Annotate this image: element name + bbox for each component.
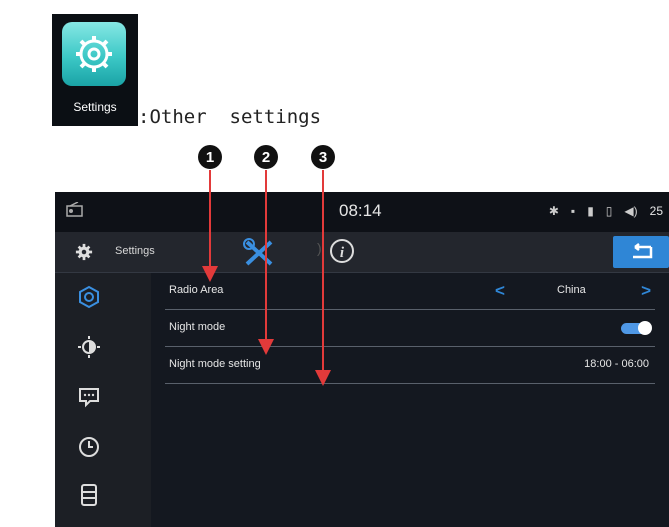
status-bar: 08:14 ✱ ▪ ▮ ▯ ◀) 25: [55, 192, 669, 232]
settings-app-icon[interactable]: Settings: [52, 14, 138, 126]
storage-icon[interactable]: [77, 483, 101, 507]
row-radio-area[interactable]: Radio Area < China >: [165, 273, 655, 310]
caption-text: Other settings: [149, 106, 322, 128]
gear-icon: [62, 22, 126, 86]
sd-card-icon: ▯: [605, 204, 613, 218]
night-mode-time-range: 18:00 - 06:00: [584, 358, 649, 370]
back-button[interactable]: [613, 236, 669, 268]
settings-gear-icon: [75, 243, 93, 266]
caption-prefix: :: [138, 106, 150, 128]
app-icon-caption: Settings: [73, 100, 117, 114]
brightness-icon[interactable]: [77, 335, 101, 359]
clock-text: 08:14: [339, 201, 382, 220]
bluetooth-icon: ✱: [548, 204, 559, 218]
head-unit-screen: 08:14 ✱ ▪ ▮ ▯ ◀) 25 Settings ) i Radio A…: [55, 192, 669, 527]
volume-icon: ◀): [624, 204, 638, 218]
back-icon: [633, 243, 653, 259]
radio-area-value: China: [557, 284, 586, 296]
page-caption: :Other settings: [138, 106, 321, 132]
svg-text:i: i: [340, 245, 345, 261]
chevron-right-icon[interactable]: >: [641, 281, 651, 301]
row-label: Night mode setting: [169, 358, 261, 370]
header-bar: Settings ) i: [55, 232, 669, 273]
row-label: Radio Area: [169, 284, 224, 296]
info-icon[interactable]: i: [329, 238, 355, 269]
row-label: Night mode: [169, 321, 226, 333]
row-night-mode-setting[interactable]: Night mode setting 18:00 - 06:00: [165, 347, 655, 384]
sidebar: [55, 273, 151, 527]
usb-icon: ▮: [587, 204, 594, 218]
row-night-mode[interactable]: Night mode: [165, 310, 655, 347]
message-icon[interactable]: [77, 385, 101, 409]
settings-list: Radio Area < China > Night mode Night mo…: [165, 273, 669, 527]
night-mode-toggle[interactable]: [621, 321, 652, 335]
divider-icon: ): [317, 240, 322, 256]
radio-settings-icon[interactable]: [77, 285, 101, 309]
radio-icon: [65, 201, 85, 223]
callout-3: 3: [311, 145, 335, 169]
tools-icon[interactable]: [243, 238, 275, 273]
signal-icon: ▪: [570, 204, 576, 218]
header-title: Settings: [115, 245, 155, 257]
volume-level: 25: [649, 204, 663, 218]
clock-icon[interactable]: [77, 435, 101, 459]
chevron-left-icon[interactable]: <: [495, 281, 505, 301]
callout-2: 2: [254, 145, 278, 169]
callout-1: 1: [198, 145, 222, 169]
